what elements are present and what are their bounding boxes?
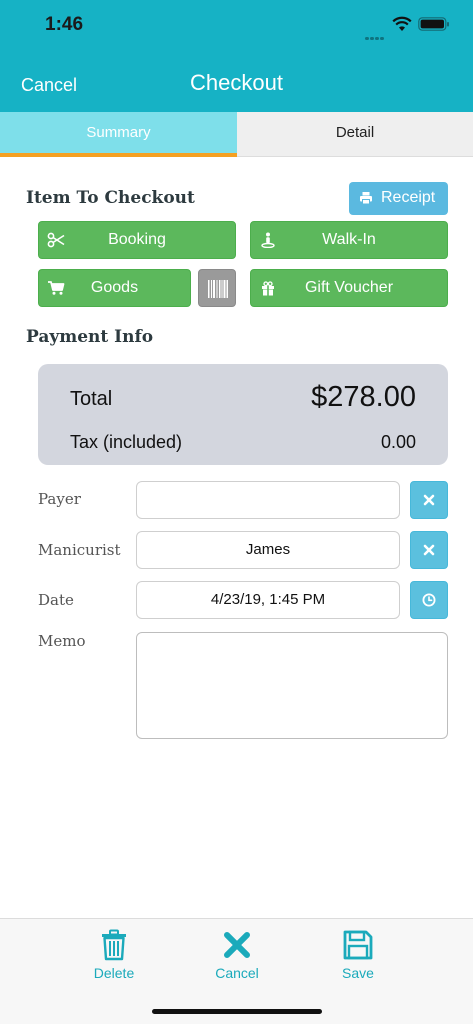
- cancel-label: Cancel: [215, 965, 259, 981]
- walk-in-button[interactable]: Walk-In: [250, 221, 448, 259]
- payer-field[interactable]: [136, 481, 400, 519]
- cancel-button[interactable]: Cancel: [192, 929, 282, 981]
- receipt-button[interactable]: Receipt: [349, 182, 448, 215]
- items-section-title: Item To Checkout: [26, 188, 195, 208]
- save-label: Save: [342, 965, 374, 981]
- goods-label: Goods: [90, 279, 139, 296]
- walk-in-label: Walk-In: [322, 231, 376, 248]
- printer-icon: [360, 192, 372, 205]
- status-time: 1:46: [45, 14, 84, 35]
- gift-voucher-button[interactable]: Gift Voucher: [250, 269, 448, 307]
- segmented-tabs: Summary Detail: [0, 112, 473, 157]
- close-icon: [224, 932, 250, 958]
- delete-label: Delete: [93, 965, 135, 981]
- date-picker-button[interactable]: [410, 581, 448, 619]
- tab-summary[interactable]: Summary: [0, 112, 237, 157]
- close-icon: [423, 494, 435, 506]
- total-value: $278.00: [311, 381, 416, 413]
- close-icon: [423, 544, 435, 556]
- trash-icon: [102, 929, 126, 961]
- date-label: Date: [38, 591, 74, 609]
- payment-section-title: Payment Info: [26, 327, 154, 347]
- totals-card: Total $278.00 Tax (included) 0.00: [38, 364, 448, 465]
- delete-button[interactable]: Delete: [69, 929, 159, 981]
- floppy-disk-icon: [343, 930, 373, 960]
- tax-label: Tax (included): [70, 432, 183, 452]
- home-indicator[interactable]: [152, 1009, 322, 1014]
- manicurist-field[interactable]: James: [136, 531, 400, 569]
- date-field[interactable]: 4/23/19, 1:45 PM: [136, 581, 400, 619]
- tax-value: 0.00: [380, 432, 416, 452]
- receipt-label: Receipt: [381, 189, 436, 206]
- booking-label: Booking: [108, 231, 166, 248]
- wifi-icon: [392, 16, 412, 31]
- clock-icon: [422, 593, 436, 607]
- tab-detail[interactable]: Detail: [237, 112, 473, 157]
- manicurist-label: Manicurist: [38, 541, 121, 559]
- clear-payer-button[interactable]: [410, 481, 448, 519]
- goods-button[interactable]: Goods: [38, 269, 191, 307]
- payer-label: Payer: [38, 490, 81, 508]
- booking-button[interactable]: Booking: [38, 221, 236, 259]
- barcode-scan-button[interactable]: [198, 269, 236, 307]
- battery-icon: [418, 17, 449, 31]
- total-label: Total: [70, 388, 113, 410]
- gift-voucher-label: Gift Voucher: [304, 279, 394, 296]
- save-button[interactable]: Save: [313, 929, 403, 981]
- barcode-icon: [208, 280, 228, 298]
- memo-textarea[interactable]: [136, 632, 448, 739]
- cellular-signal-icon: [365, 27, 385, 40]
- clear-manicurist-button[interactable]: [410, 531, 448, 569]
- page-title: Checkout: [190, 70, 283, 95]
- header-bar: 1:46 Cancel Checkout: [0, 0, 473, 112]
- memo-label: Memo: [38, 632, 86, 650]
